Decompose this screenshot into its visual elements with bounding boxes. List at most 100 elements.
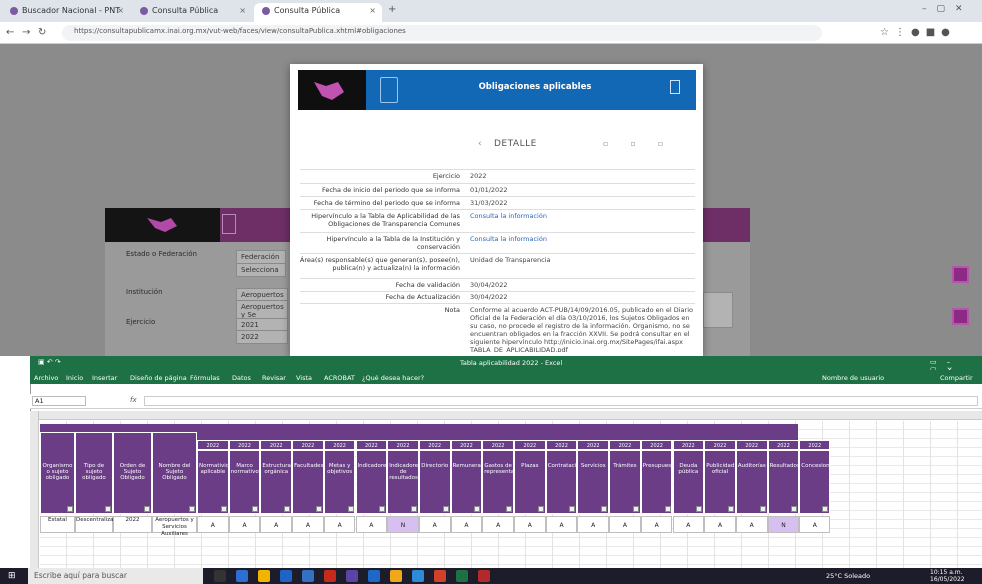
table-cell[interactable]: A: [323, 516, 356, 533]
table-cell[interactable]: A: [355, 516, 388, 533]
teams-icon[interactable]: [346, 570, 358, 582]
table-cell[interactable]: A: [260, 516, 293, 533]
document-icon[interactable]: [670, 80, 680, 94]
name-box[interactable]: A1: [32, 396, 86, 406]
folder-icon[interactable]: [390, 570, 402, 582]
ribbon-tab[interactable]: Fórmulas: [190, 374, 220, 382]
store-icon[interactable]: [302, 570, 314, 582]
app-icon[interactable]: [478, 570, 490, 582]
table-cell[interactable]: A: [640, 516, 673, 533]
outlook-icon[interactable]: [368, 570, 380, 582]
close-icon[interactable]: ×: [369, 6, 376, 15]
word-icon[interactable]: [280, 570, 292, 582]
browser-tab-active[interactable]: Consulta Pública ×: [254, 3, 382, 22]
edge-icon[interactable]: [236, 570, 248, 582]
side-select[interactable]: [703, 292, 733, 328]
filter-dropdown-icon[interactable]: [537, 506, 544, 512]
task-view-icon[interactable]: [214, 570, 226, 582]
filter-dropdown-icon[interactable]: [601, 506, 608, 512]
filter-dropdown-icon[interactable]: [727, 506, 734, 512]
info-link[interactable]: Consulta la información: [470, 235, 695, 243]
ribbon-tab[interactable]: Insertar: [92, 374, 117, 382]
table-cell[interactable]: Estatal: [40, 516, 75, 533]
table-cell[interactable]: A: [545, 516, 578, 533]
filter-dropdown-icon[interactable]: [67, 506, 73, 512]
table-cell[interactable]: N: [387, 516, 419, 533]
window-controls[interactable]: –▢✕: [922, 4, 973, 14]
filter-dropdown-icon[interactable]: [410, 506, 417, 512]
table-cell[interactable]: A: [799, 516, 831, 533]
close-icon[interactable]: ×: [117, 6, 124, 15]
filter-dropdown-icon[interactable]: [696, 506, 703, 512]
chrome-icon[interactable]: [434, 570, 446, 582]
filter-dropdown-icon[interactable]: [442, 506, 449, 512]
table-cell[interactable]: A: [450, 516, 483, 533]
filter-dropdown-icon[interactable]: [315, 506, 322, 512]
filter-dropdown-icon[interactable]: [220, 506, 227, 512]
table-cell[interactable]: A: [514, 516, 546, 533]
detail-action-icons[interactable]: ▫▫▫: [603, 139, 685, 148]
ribbon-tab[interactable]: Diseño de página: [130, 374, 187, 382]
state-select[interactable]: Federación: [236, 250, 286, 264]
file-explorer-icon[interactable]: [258, 570, 270, 582]
browser-tab[interactable]: Buscador Nacional - PNT ×: [2, 3, 130, 22]
table-cell[interactable]: A: [704, 516, 736, 533]
filter-dropdown-icon[interactable]: [379, 506, 386, 512]
new-tab-button[interactable]: +: [388, 4, 396, 15]
table-cell[interactable]: A: [418, 516, 451, 533]
share-button[interactable]: Compartir: [940, 374, 973, 382]
filter-dropdown-icon[interactable]: [664, 506, 671, 512]
table-cell[interactable]: Descentralizado: [75, 516, 120, 533]
filter-dropdown-icon[interactable]: [474, 506, 481, 512]
filter-dropdown-icon[interactable]: [284, 506, 291, 512]
filter-dropdown-icon[interactable]: [252, 506, 259, 512]
filter-dropdown-icon[interactable]: [759, 506, 766, 512]
table-cell[interactable]: A: [482, 516, 514, 533]
state-select-option[interactable]: Selecciona: [236, 263, 286, 277]
reload-icon[interactable]: ↻: [38, 27, 46, 38]
close-icon[interactable]: ×: [239, 6, 246, 15]
filter-dropdown-icon[interactable]: [144, 506, 150, 512]
filter-dropdown-icon[interactable]: [569, 506, 576, 512]
table-cell[interactable]: A: [609, 516, 641, 533]
extension-icons[interactable]: ☆⋮●■●: [880, 27, 956, 38]
filter-dropdown-icon[interactable]: [347, 506, 354, 512]
table-cell[interactable]: A: [577, 516, 610, 533]
taskbar-search-input[interactable]: Escribe aquí para buscar: [28, 568, 203, 584]
ribbon-tab[interactable]: Revisar: [262, 374, 286, 382]
back-icon[interactable]: ←: [6, 27, 14, 38]
filter-dropdown-icon[interactable]: [189, 506, 195, 512]
pdf-icon[interactable]: [324, 570, 336, 582]
ribbon-tab[interactable]: Datos: [232, 374, 251, 382]
info-link[interactable]: Consulta la información: [470, 212, 695, 220]
chevron-left-icon[interactable]: ‹: [478, 139, 482, 149]
excel-icon[interactable]: [456, 570, 468, 582]
table-cell[interactable]: A: [197, 516, 229, 533]
tell-me-search[interactable]: ¿Qué desea hacer?: [362, 374, 424, 382]
ribbon-tab[interactable]: Archivo: [34, 374, 58, 382]
save-icon[interactable]: ▣ ↶ ↷: [38, 358, 61, 366]
browser-icon[interactable]: [412, 570, 424, 582]
table-cell[interactable]: A: [228, 516, 261, 533]
table-cell[interactable]: A: [672, 516, 705, 533]
side-action-button[interactable]: [952, 266, 969, 283]
table-cell[interactable]: A: [292, 516, 324, 533]
filter-dropdown-icon[interactable]: [105, 506, 111, 512]
filter-dropdown-icon[interactable]: [506, 506, 512, 512]
table-cell[interactable]: 2022: [113, 516, 152, 533]
year-select-option[interactable]: 2022: [236, 330, 288, 344]
windows-start-icon[interactable]: ⊞: [8, 571, 16, 581]
filter-dropdown-icon[interactable]: [822, 506, 829, 512]
formula-input[interactable]: [144, 396, 978, 406]
ribbon-tab[interactable]: Vista: [296, 374, 312, 382]
url-input[interactable]: https://consultapublicamx.inai.org.mx/vu…: [62, 25, 822, 41]
ribbon-tab[interactable]: ACROBAT: [324, 374, 355, 382]
forward-icon[interactable]: →: [22, 27, 30, 38]
table-cell[interactable]: Aeropuertos y Servicios Auxiliares: [152, 516, 197, 537]
filter-dropdown-icon[interactable]: [632, 506, 639, 512]
ribbon-tab[interactable]: Inicio: [66, 374, 83, 382]
side-action-button[interactable]: [952, 308, 969, 325]
table-cell[interactable]: A: [735, 516, 768, 533]
table-cell[interactable]: N: [767, 516, 800, 533]
filter-dropdown-icon[interactable]: [791, 506, 798, 512]
